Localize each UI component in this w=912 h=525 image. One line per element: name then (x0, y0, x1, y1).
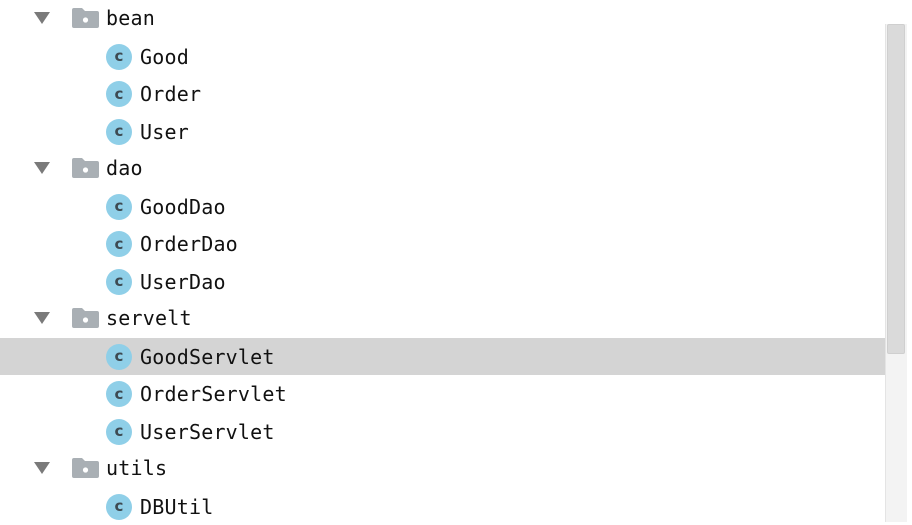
class-icon: c (106, 419, 132, 445)
package-label: utils (106, 458, 167, 478)
package-folder-icon (72, 158, 99, 178)
class-row-Good[interactable]: c Good (0, 38, 907, 76)
class-label: UserServlet (140, 422, 275, 442)
class-icon-letter: c (115, 424, 124, 439)
class-label: GoodDao (140, 197, 226, 217)
package-folder-icon (72, 8, 99, 28)
class-icon: c (106, 119, 132, 145)
class-icon: c (106, 269, 132, 295)
class-icon-letter: c (115, 499, 124, 514)
project-tree: bean c Good c Order c User dao c GoodDao c OrderDao… (0, 0, 907, 522)
class-row-GoodServlet[interactable]: c GoodServlet (0, 338, 907, 376)
class-row-DBUtil[interactable]: c DBUtil (0, 488, 907, 525)
panel-edge (907, 0, 912, 522)
class-icon-letter: c (115, 274, 124, 289)
class-row-OrderDao[interactable]: c OrderDao (0, 225, 907, 263)
package-label: servelt (106, 308, 192, 328)
class-icon-letter: c (115, 199, 124, 214)
class-icon-letter: c (115, 87, 124, 102)
expand-arrow-icon[interactable] (34, 312, 50, 324)
package-label: dao (106, 158, 143, 178)
package-row-servelt[interactable]: servelt (0, 300, 907, 338)
vertical-scrollbar-thumb[interactable] (887, 24, 905, 354)
class-label: Order (140, 84, 201, 104)
class-icon-letter: c (115, 349, 124, 364)
class-label: UserDao (140, 272, 226, 292)
class-row-User[interactable]: c User (0, 113, 907, 151)
class-icon: c (106, 494, 132, 520)
class-icon: c (106, 381, 132, 407)
expand-arrow-icon[interactable] (34, 462, 50, 474)
package-label: bean (106, 8, 155, 28)
class-icon: c (106, 44, 132, 70)
package-folder-icon (72, 308, 99, 328)
class-label: GoodServlet (140, 347, 275, 367)
package-row-utils[interactable]: utils (0, 450, 907, 488)
class-icon-letter: c (115, 237, 124, 252)
expand-arrow-icon[interactable] (34, 162, 50, 174)
class-icon: c (106, 231, 132, 257)
class-row-Order[interactable]: c Order (0, 75, 907, 113)
class-icon: c (106, 344, 132, 370)
class-icon: c (106, 194, 132, 220)
class-row-UserDao[interactable]: c UserDao (0, 263, 907, 301)
class-row-UserServlet[interactable]: c UserServlet (0, 413, 907, 451)
class-icon-letter: c (115, 49, 124, 64)
package-row-dao[interactable]: dao (0, 150, 907, 188)
class-label: OrderServlet (140, 384, 287, 404)
class-label: DBUtil (140, 497, 213, 517)
package-folder-icon (72, 458, 99, 478)
class-label: Good (140, 47, 189, 67)
class-row-GoodDao[interactable]: c GoodDao (0, 188, 907, 226)
class-icon-letter: c (115, 387, 124, 402)
expand-arrow-icon[interactable] (34, 12, 50, 24)
package-row-bean[interactable]: bean (0, 0, 907, 38)
class-row-OrderServlet[interactable]: c OrderServlet (0, 375, 907, 413)
class-label: User (140, 122, 189, 142)
class-icon: c (106, 81, 132, 107)
class-label: OrderDao (140, 234, 238, 254)
class-icon-letter: c (115, 124, 124, 139)
